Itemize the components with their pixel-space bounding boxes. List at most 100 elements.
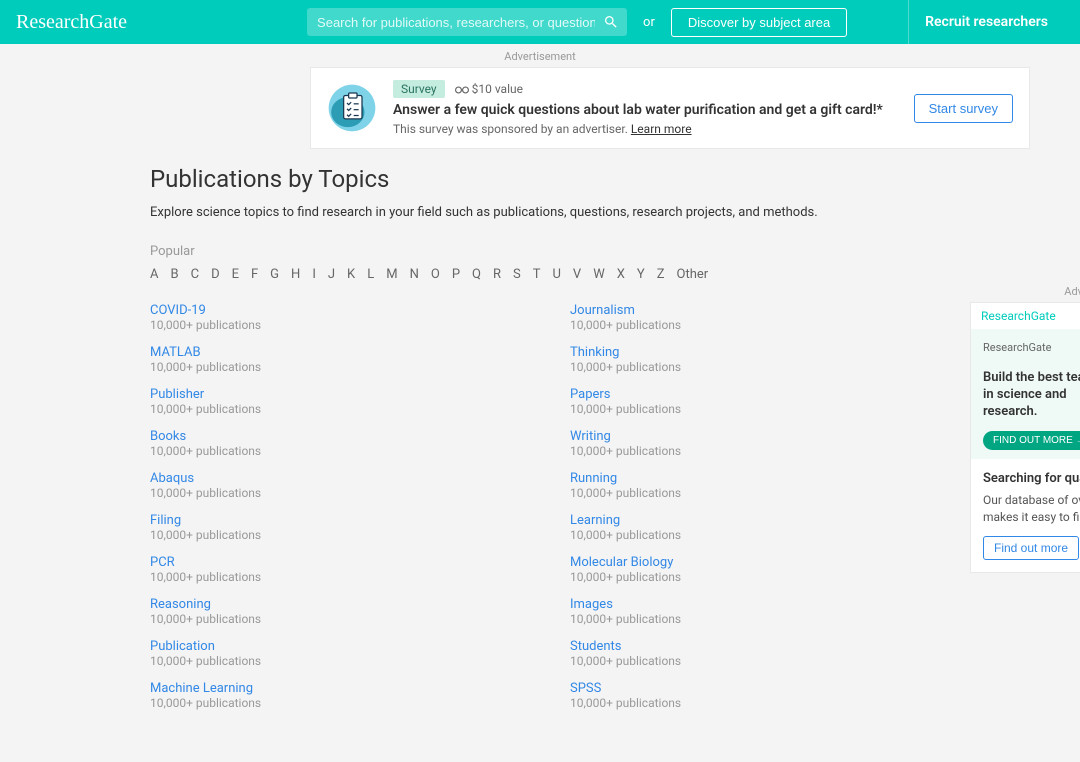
topic-link[interactable]: Abaqus — [150, 471, 194, 486]
topic-item: Running10,000+ publications — [570, 470, 930, 500]
alpha-link-r[interactable]: R — [493, 267, 501, 282]
learn-more-link[interactable]: Learn more — [631, 122, 692, 136]
topic-link[interactable]: Papers — [570, 387, 611, 402]
topic-link[interactable]: Writing — [570, 429, 611, 444]
topics-column-right: Journalism10,000+ publicationsThinking10… — [570, 302, 930, 722]
topic-count: 10,000+ publications — [150, 696, 510, 710]
alpha-link-c[interactable]: C — [191, 267, 199, 282]
topic-link[interactable]: Books — [150, 429, 186, 444]
topic-link[interactable]: Publication — [150, 639, 215, 654]
topic-link[interactable]: Students — [570, 639, 622, 654]
search-icon[interactable] — [603, 14, 619, 30]
topic-item: Images10,000+ publications — [570, 596, 930, 626]
topic-item: SPSS10,000+ publications — [570, 680, 930, 710]
topic-count: 10,000+ publications — [150, 402, 510, 416]
sidebar-brand: ResearchGate — [971, 303, 1080, 329]
find-out-more-button[interactable]: Find out more — [983, 536, 1079, 560]
start-survey-button[interactable]: Start survey — [914, 94, 1013, 123]
topic-link[interactable]: Filing — [150, 513, 181, 528]
topic-count: 10,000+ publications — [570, 696, 930, 710]
alpha-link-v[interactable]: V — [573, 267, 581, 282]
topic-link[interactable]: Machine Learning — [150, 681, 253, 696]
topic-count: 10,000+ publications — [570, 360, 930, 374]
topic-link[interactable]: Learning — [570, 513, 620, 528]
alpha-link-b[interactable]: B — [170, 267, 178, 282]
alpha-link-h[interactable]: H — [291, 267, 300, 282]
alpha-link-f[interactable]: F — [251, 267, 258, 282]
or-text: or — [643, 15, 655, 30]
alpha-link-w[interactable]: W — [593, 267, 605, 282]
topic-link[interactable]: Journalism — [570, 303, 635, 318]
alpha-link-l[interactable]: L — [367, 267, 374, 282]
topic-link[interactable]: Publisher — [150, 387, 204, 402]
sidebar-hero-cta[interactable]: FIND OUT MORE → — [983, 431, 1080, 450]
clipboard-icon — [327, 83, 377, 133]
topic-count: 10,000+ publications — [570, 318, 930, 332]
topic-count: 10,000+ publications — [570, 654, 930, 668]
alpha-link-a[interactable]: A — [150, 267, 158, 282]
topic-link[interactable]: Thinking — [570, 345, 620, 360]
topic-link[interactable]: Molecular Biology — [570, 555, 673, 570]
sidebar-heading: Searching for qualified engineers? — [983, 471, 1080, 486]
recruit-link[interactable]: Recruit researchers — [908, 0, 1064, 44]
topic-count: 10,000+ publications — [570, 570, 930, 584]
topic-item: COVID-1910,000+ publications — [150, 302, 510, 332]
topic-item: PCR10,000+ publications — [150, 554, 510, 584]
topic-item: Reasoning10,000+ publications — [150, 596, 510, 626]
alpha-link-p[interactable]: P — [452, 267, 460, 282]
alpha-link-s[interactable]: S — [513, 267, 521, 282]
alpha-link-other[interactable]: Other — [677, 267, 709, 282]
sidebar-hero: ResearchGate Build the best teams in sci… — [971, 329, 1080, 459]
topic-count: 10,000+ publications — [570, 612, 930, 626]
alpha-link-d[interactable]: D — [211, 267, 220, 282]
topic-link[interactable]: MATLAB — [150, 345, 201, 360]
topic-item: Machine Learning10,000+ publications — [150, 680, 510, 710]
topic-link[interactable]: Reasoning — [150, 597, 211, 612]
alpha-link-t[interactable]: T — [533, 267, 541, 282]
alpha-link-q[interactable]: Q — [472, 267, 481, 282]
alpha-link-u[interactable]: U — [552, 267, 560, 282]
search-input[interactable] — [307, 8, 627, 36]
alpha-link-g[interactable]: G — [270, 267, 279, 282]
ad-value: $10 value — [455, 82, 523, 96]
discover-button[interactable]: Discover by subject area — [671, 8, 847, 37]
topic-item: Books10,000+ publications — [150, 428, 510, 458]
topic-item: Learning10,000+ publications — [570, 512, 930, 542]
search-box — [307, 8, 627, 36]
topic-link[interactable]: SPSS — [570, 681, 601, 696]
topics-grid: COVID-1910,000+ publicationsMATLAB10,000… — [150, 302, 930, 722]
survey-tag: Survey — [393, 80, 445, 98]
alpha-link-z[interactable]: Z — [657, 267, 665, 282]
alpha-link-j[interactable]: J — [328, 267, 335, 282]
sidebar: Advertisement ResearchGate ResearchGate … — [970, 285, 1080, 573]
topic-link[interactable]: Images — [570, 597, 613, 612]
alpha-link-x[interactable]: X — [617, 267, 625, 282]
topic-link[interactable]: Running — [570, 471, 617, 486]
topic-count: 10,000+ publications — [150, 654, 510, 668]
alpha-link-m[interactable]: M — [386, 267, 397, 282]
ad-label-top: Advertisement — [0, 50, 1080, 63]
topic-item: Molecular Biology10,000+ publications — [570, 554, 930, 584]
topic-count: 10,000+ publications — [150, 570, 510, 584]
ad-title: Answer a few quick questions about lab w… — [393, 102, 898, 118]
alpha-link-k[interactable]: K — [347, 267, 355, 282]
alpha-link-y[interactable]: Y — [637, 267, 645, 282]
topic-item: Writing10,000+ publications — [570, 428, 930, 458]
alphabet-nav: ABCDEFGHIJKLMNOPQRSTUVWXYZ Other — [150, 267, 930, 282]
topic-link[interactable]: PCR — [150, 555, 175, 570]
topic-count: 10,000+ publications — [150, 318, 510, 332]
topic-item: Abaqus10,000+ publications — [150, 470, 510, 500]
topic-count: 10,000+ publications — [570, 402, 930, 416]
sidebar-ad-label: Advertisement — [970, 285, 1080, 298]
topic-count: 10,000+ publications — [570, 528, 930, 542]
topic-item: Papers10,000+ publications — [570, 386, 930, 416]
topic-item: Students10,000+ publications — [570, 638, 930, 668]
logo[interactable]: ResearchGate — [16, 11, 127, 34]
alpha-link-o[interactable]: O — [431, 267, 440, 282]
alpha-link-i[interactable]: I — [312, 267, 316, 282]
alpha-link-e[interactable]: E — [232, 267, 239, 282]
alpha-link-n[interactable]: N — [410, 267, 419, 282]
topic-link[interactable]: COVID-19 — [150, 303, 206, 318]
page-description: Explore science topics to find research … — [150, 205, 930, 220]
topic-count: 10,000+ publications — [150, 360, 510, 374]
